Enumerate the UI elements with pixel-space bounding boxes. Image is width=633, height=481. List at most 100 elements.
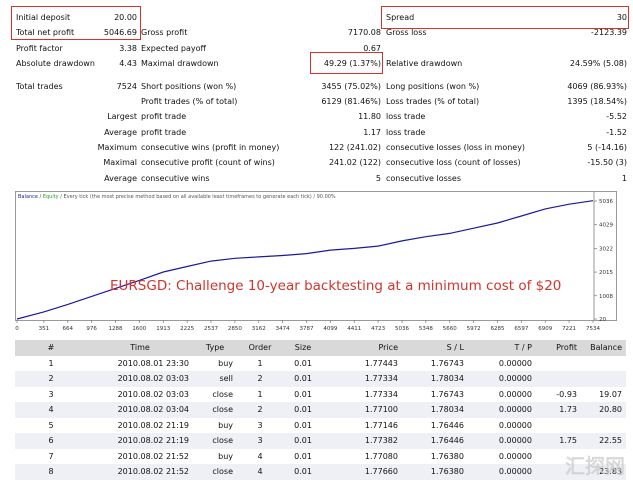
x-tick-label: 3162 <box>252 326 266 332</box>
x-tick-label: 6909 <box>538 326 552 332</box>
table-cell: 2 <box>15 371 87 387</box>
table-header-cell[interactable]: Order <box>237 340 283 356</box>
table-cell: 2010.08.01 23:30 <box>117 358 189 368</box>
report-label: loss trade <box>386 128 426 137</box>
table-header-cell[interactable]: # <box>15 340 87 356</box>
table-header-cell[interactable]: Size <box>283 340 323 356</box>
report-value: 24.59% (5.08) <box>569 59 627 68</box>
report-value <box>507 43 627 54</box>
chart-header-equity: Equity <box>43 194 59 200</box>
table-cell: close <box>193 402 237 418</box>
table-cell: 0.00000 <box>468 464 536 480</box>
table-cell: 5 <box>48 420 54 430</box>
x-tick-label: 1600 <box>132 326 146 332</box>
report-value: 5 (-14.16) <box>587 143 627 152</box>
trades-table-header: # Time Type Order Size Price S / LT / P Profit B… <box>15 340 626 356</box>
table-cell: 0.01 <box>283 464 323 480</box>
table-row[interactable]: 4 2010.08.02 03:04 close 2 0.01 1.77100 1.7803… <box>15 402 626 418</box>
chart-annotation: EURSGD: Challenge 10-year backtesting at… <box>110 278 561 294</box>
report-label: consecutive losses (loss in money) <box>386 143 526 152</box>
x-tick-label: 351 <box>39 326 50 332</box>
table-cell: 0.00000 <box>498 358 532 368</box>
table-cell: 1.77100 <box>323 402 402 418</box>
x-tick-label: 4411 <box>347 326 361 332</box>
table-row[interactable]: 2 2010.08.02 03:03 sell 2 0.01 1.77334 1.78034… <box>15 371 626 387</box>
table-cell: buy <box>218 420 233 430</box>
table-row[interactable]: 5 2010.08.02 21:19 buy 3 0.01 1.77146 1.76446 0… <box>15 418 626 434</box>
report-label: consecutive wins <box>141 174 210 183</box>
y-tick-label: 1008 <box>599 294 613 300</box>
table-cell: sell <box>193 371 237 387</box>
y-tick-label: 2015 <box>599 270 613 276</box>
x-tick-label: 1913 <box>156 326 170 332</box>
table-header-cell[interactable]: Time <box>87 340 193 356</box>
table-header-cell[interactable]: Balance <box>581 340 626 356</box>
table-cell: 1.77443 <box>364 358 398 368</box>
table-cell: 1 <box>48 358 54 368</box>
table-cell: close <box>193 464 237 480</box>
report-value <box>17 96 137 107</box>
table-cell: 1.76743 <box>430 358 464 368</box>
report-label: Short positions (won %) <box>141 82 237 91</box>
x-tick-label: 664 <box>63 326 74 332</box>
table-header-cell[interactable]: Price <box>323 340 402 356</box>
table-cell: 1.73 <box>536 402 581 418</box>
report-value <box>17 173 137 184</box>
table-cell: 1.76446 <box>402 433 468 449</box>
table-cell: 0.01 <box>283 402 323 418</box>
report-value: -1.52 <box>606 128 627 137</box>
table-cell: 1.77382 <box>323 433 402 449</box>
table-cell: 1.76380 <box>430 451 464 461</box>
report-value: 7524 <box>116 82 137 91</box>
report-label: consecutive wins (profit in money) <box>141 143 280 152</box>
x-tick-label: 6597 <box>514 326 528 332</box>
table-cell: 1.77660 <box>323 464 402 480</box>
table-cell: 6 <box>15 433 87 449</box>
table-cell: 0.00000 <box>468 371 536 387</box>
table-cell: 1.78034 <box>402 402 468 418</box>
table-header-cell[interactable]: S / L <box>402 340 468 356</box>
report-label: loss trade <box>386 112 426 121</box>
x-tick-label: 7221 <box>562 326 576 332</box>
table-cell: 7 <box>48 451 54 461</box>
table-cell: 1.77080 <box>364 451 398 461</box>
table-cell: 0.01 <box>294 358 312 368</box>
table-row[interactable]: 8 2010.08.02 21:52 close 4 0.01 1.77660 1.7638… <box>15 464 626 480</box>
table-cell <box>581 356 626 372</box>
table-row[interactable]: 1 2010.08.01 23:30 buy 1 0.01 1.77443 1.76743 0… <box>15 356 626 372</box>
table-cell: 3 <box>257 420 263 430</box>
table-cell: 1 <box>257 358 263 368</box>
x-tick-label: 5348 <box>419 326 433 332</box>
table-cell: 0.00000 <box>498 389 532 399</box>
table-cell: 0.01 <box>294 451 312 461</box>
chart-header: Balance / Equity / Every tick (the most … <box>18 194 336 200</box>
report-value: 6129 (81.46%) <box>321 97 381 106</box>
report-value <box>17 127 137 138</box>
report-value: 1.17 <box>363 128 381 137</box>
x-tick-label: 2537 <box>204 326 218 332</box>
table-cell: close <box>212 389 233 399</box>
table-cell <box>536 356 581 372</box>
report-value: 1 <box>621 174 627 183</box>
table-cell: 0.01 <box>283 371 323 387</box>
initial-deposit-highlight <box>11 6 141 40</box>
table-header-cell[interactable]: Profit <box>536 340 581 356</box>
table-cell: 1.76380 <box>402 464 468 480</box>
table-cell: 0.01 <box>283 433 323 449</box>
x-tick-label: 5660 <box>443 326 457 332</box>
table-row[interactable]: 7 2010.08.02 21:52 buy 4 0.01 1.77080 1.76380 0… <box>15 449 626 465</box>
table-header-cell[interactable]: T / P <box>468 340 536 356</box>
report-label: profit trade <box>141 128 187 137</box>
x-tick-label: 5036 <box>395 326 409 332</box>
report-value: 5 <box>375 174 381 183</box>
table-row[interactable]: 3 2010.08.02 03:03 close 1 0.01 1.77334 1.7674… <box>15 387 626 403</box>
table-cell: 1.76446 <box>430 420 464 430</box>
table-header-cell[interactable]: Type <box>193 340 237 356</box>
table-cell: 8 <box>15 464 87 480</box>
report-value: 122 (241.02) <box>328 143 381 152</box>
x-tick-label: 6285 <box>491 326 505 332</box>
report-label: profit trade <box>141 112 187 121</box>
table-cell: 2010.08.02 03:04 <box>87 402 193 418</box>
x-tick-label: 1288 <box>108 326 122 332</box>
table-row[interactable]: 6 2010.08.02 21:19 close 3 0.01 1.77382 1.7644… <box>15 433 626 449</box>
